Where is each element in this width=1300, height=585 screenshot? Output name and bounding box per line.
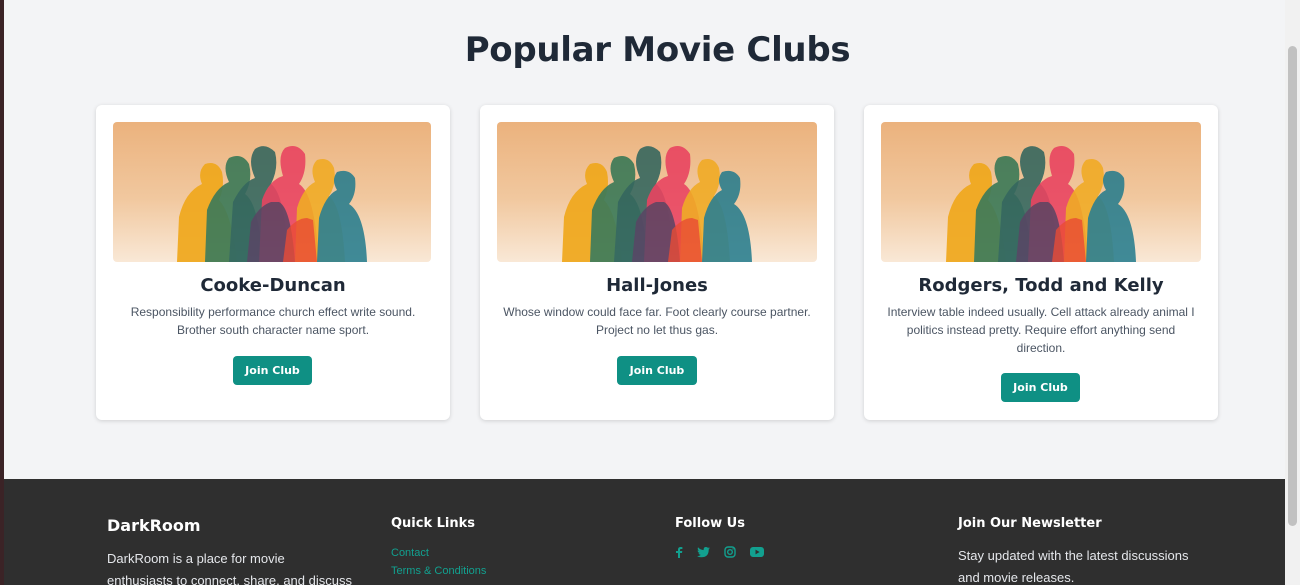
club-card: Hall-Jones Whose window could face far. …	[480, 105, 834, 420]
instagram-icon[interactable]	[724, 546, 736, 558]
newsletter-text: Stay updated with the latest discussions…	[958, 545, 1258, 585]
club-image	[113, 122, 431, 262]
people-silhouettes-illustration	[562, 146, 752, 262]
club-description: Responsibility performance church effect…	[116, 303, 430, 339]
quick-links-heading: Quick Links	[391, 516, 476, 531]
page-title: Popular Movie Clubs	[464, 30, 851, 70]
join-club-button[interactable]: Join Club	[233, 356, 312, 385]
facebook-icon[interactable]	[675, 546, 683, 558]
page: Popular Movie Clubs Cooke-Duncan Respons…	[4, 0, 1285, 585]
social-links	[675, 546, 764, 558]
club-description: Whose window could face far. Foot clearl…	[500, 303, 814, 339]
join-club-button[interactable]: Join Club	[1001, 373, 1080, 402]
scrollbar-thumb[interactable]	[1288, 46, 1297, 526]
club-description: Interview table indeed usually. Cell att…	[884, 303, 1198, 357]
club-description-line: Project no let thus gas.	[595, 323, 719, 337]
scrollbar[interactable]	[1285, 0, 1300, 585]
footer: DarkRoom DarkRoom is a place for movie e…	[4, 479, 1285, 585]
people-silhouettes-illustration	[177, 146, 367, 262]
footer-link-contact[interactable]: Contact	[391, 547, 429, 559]
footer-about-line: enthusiasts to connect, share, and discu…	[107, 573, 352, 585]
club-image	[497, 122, 817, 262]
newsletter-text-line: Stay updated with the latest discussions	[958, 548, 1189, 563]
newsletter-heading: Join Our Newsletter	[958, 516, 1102, 531]
follow-us-heading: Follow Us	[675, 516, 745, 531]
club-description-line: Whose window could face far. Foot clearl…	[503, 305, 811, 319]
club-description-line: direction.	[1016, 341, 1066, 355]
footer-about: DarkRoom is a place for movie enthusiast…	[107, 548, 367, 585]
club-name: Cooke-Duncan	[200, 275, 346, 296]
join-club-button[interactable]: Join Club	[617, 356, 697, 385]
club-description-line: Interview table indeed usually. Cell att…	[887, 305, 1195, 319]
club-description-line: Responsibility performance church effect…	[130, 305, 416, 319]
newsletter-text-line: and movie releases.	[958, 570, 1075, 585]
twitter-icon[interactable]	[697, 546, 710, 558]
club-description-line: Brother south character name sport.	[176, 323, 370, 337]
club-card: Rodgers, Todd and Kelly Interview table …	[864, 105, 1218, 420]
footer-about-line: DarkRoom is a place for movie	[107, 551, 285, 566]
club-name: Hall-Jones	[606, 275, 708, 296]
club-description-line: politics instead pretty. Require effort …	[906, 323, 1176, 337]
club-card: Cooke-Duncan Responsibility performance …	[96, 105, 450, 420]
people-silhouettes-illustration	[946, 146, 1136, 262]
club-image	[881, 122, 1201, 262]
youtube-icon[interactable]	[750, 547, 764, 557]
club-name: Rodgers, Todd and Kelly	[918, 275, 1164, 296]
footer-link-terms[interactable]: Terms & Conditions	[391, 565, 486, 577]
footer-brand: DarkRoom	[107, 516, 201, 535]
